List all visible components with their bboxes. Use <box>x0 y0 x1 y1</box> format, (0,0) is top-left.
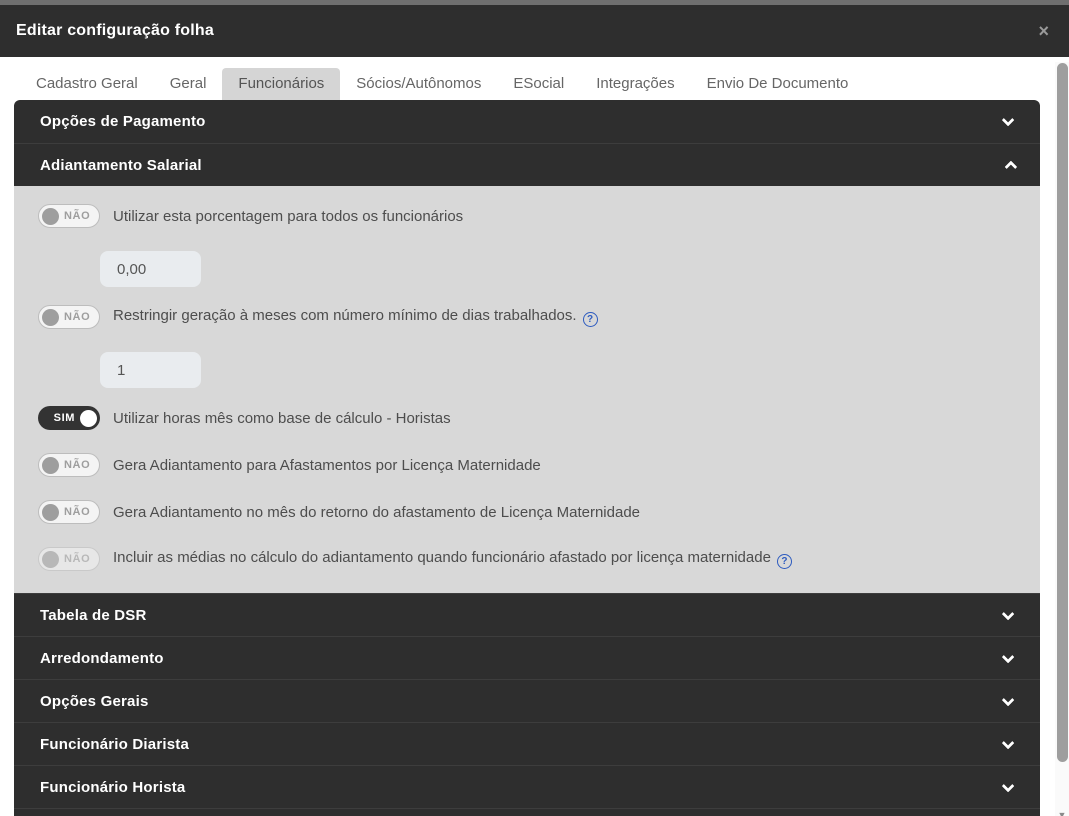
section-title: Tabela de DSR <box>40 606 147 624</box>
section-arredondamento[interactable]: Arredondamento <box>14 636 1040 679</box>
toggle-knob <box>42 503 59 521</box>
tab-socios-autonomos[interactable]: Sócios/Autônomos <box>340 68 497 100</box>
chevron-up-icon <box>1004 160 1018 173</box>
setting-label: Restringir geração à meses com número mí… <box>113 307 598 327</box>
setting-label-text: Restringir geração à meses com número mí… <box>113 307 577 324</box>
toggle-utilizar-porcentagem[interactable]: NÃO <box>38 204 100 228</box>
section-title: Arredondamento <box>40 649 164 667</box>
setting-row-afastamentos-maternidade: NÃO Gera Adiantamento para Afastamentos … <box>38 453 1020 477</box>
toggle-knob <box>42 550 59 568</box>
toggle-state-label: NÃO <box>64 210 91 222</box>
percentage-input[interactable] <box>100 251 201 287</box>
setting-label: Gera Adiantamento no mês do retorno do a… <box>113 503 640 521</box>
toggle-incluir-medias: NÃO <box>38 547 100 571</box>
toggle-gera-adiantamento-retorno[interactable]: NÃO <box>38 500 100 524</box>
setting-row-min-days: NÃO Restringir geração à meses com númer… <box>38 305 1020 329</box>
section-opcoes-de-pagamento[interactable]: Opções de Pagamento <box>14 100 1040 143</box>
setting-row-incluir-medias: NÃO Incluir as médias no cálculo do adia… <box>38 547 1020 571</box>
setting-row-horas-mes: SIM Utilizar horas mês como base de cálc… <box>38 406 1020 430</box>
close-icon[interactable]: × <box>1034 20 1053 42</box>
section-title: Funcionário Horista <box>40 778 186 796</box>
tab-funcionarios[interactable]: Funcionários <box>222 68 341 100</box>
vertical-scrollbar[interactable]: ▼ <box>1055 62 1069 816</box>
settings-accordion: Opções de Pagamento Adiantamento Salaria… <box>14 100 1040 816</box>
toggle-state-label: SIM <box>53 412 75 424</box>
chevron-down-icon <box>1001 113 1015 127</box>
min-days-input[interactable] <box>100 352 201 388</box>
tab-geral[interactable]: Geral <box>154 68 223 100</box>
tab-integracoes[interactable]: Integrações <box>580 68 690 100</box>
toggle-state-label: NÃO <box>64 459 91 471</box>
scrollbar-thumb[interactable] <box>1056 63 1068 762</box>
toggle-knob <box>42 207 59 225</box>
tab-esocial[interactable]: ESocial <box>497 68 580 100</box>
tab-cadastro-geral[interactable]: Cadastro Geral <box>20 68 154 100</box>
toggle-state-label: NÃO <box>64 506 91 518</box>
setting-label: Incluir as médias no cálculo do adiantam… <box>113 549 792 569</box>
help-icon[interactable]: ? <box>582 312 598 327</box>
edit-payroll-config-modal: Editar configuração folha × Cadastro Ger… <box>0 5 1069 816</box>
modal-header: Editar configuração folha × <box>0 5 1069 57</box>
setting-label-text: Incluir as médias no cálculo do adiantam… <box>113 549 771 566</box>
modal-title: Editar configuração folha <box>16 22 214 39</box>
toggle-gera-adiantamento-afastamentos[interactable]: NÃO <box>38 453 100 477</box>
percentage-field-wrap <box>100 251 1020 287</box>
scrollbar-down-arrow-icon[interactable]: ▼ <box>1055 810 1069 816</box>
help-icon[interactable]: ? <box>776 554 792 569</box>
setting-label: Utilizar esta porcentagem para todos os … <box>113 207 464 225</box>
chevron-down-icon <box>1001 779 1015 792</box>
setting-row-retorno-maternidade: NÃO Gera Adiantamento no mês do retorno … <box>38 500 1020 524</box>
section-title: Adiantamento Salarial <box>40 156 202 174</box>
section-tabela-de-dsr[interactable]: Tabela de DSR <box>14 593 1040 636</box>
section-title: Opções de Pagamento <box>40 113 206 130</box>
adiantamento-salarial-panel: NÃO Utilizar esta porcentagem para todos… <box>14 186 1040 593</box>
section-title: Opções Gerais <box>40 692 149 710</box>
section-funcionario-horista[interactable]: Funcionário Horista <box>14 765 1040 808</box>
toggle-knob <box>42 308 59 326</box>
tab-bar: Cadastro Geral Geral Funcionários Sócios… <box>0 57 1055 100</box>
section-adiantamento-salarial[interactable]: Adiantamento Salarial <box>14 143 1040 186</box>
toggle-restringir-geracao[interactable]: NÃO <box>38 305 100 329</box>
chevron-down-icon <box>1001 650 1015 663</box>
modal-body: Cadastro Geral Geral Funcionários Sócios… <box>0 57 1055 816</box>
tab-envio-de-documento[interactable]: Envio De Documento <box>691 68 865 100</box>
section-title: Funcionário Diarista <box>40 735 190 753</box>
toggle-knob <box>42 456 59 474</box>
toggle-state-label: NÃO <box>64 553 91 565</box>
toggle-horas-mes[interactable]: SIM <box>38 406 100 430</box>
setting-label: Gera Adiantamento para Afastamentos por … <box>113 456 541 474</box>
min-days-field-wrap <box>100 352 1020 388</box>
setting-label: Utilizar horas mês como base de cálculo … <box>113 409 451 427</box>
section-opcoes-gerais[interactable]: Opções Gerais <box>14 679 1040 722</box>
section-funcionario-mensalista[interactable]: Funcionário Mensalista <box>14 808 1040 816</box>
toggle-knob <box>80 409 97 427</box>
toggle-state-label: NÃO <box>64 311 91 323</box>
chevron-down-icon <box>1001 607 1015 620</box>
setting-row-percentage: NÃO Utilizar esta porcentagem para todos… <box>38 204 1020 228</box>
section-funcionario-diarista[interactable]: Funcionário Diarista <box>14 722 1040 765</box>
chevron-down-icon <box>1001 693 1015 706</box>
chevron-down-icon <box>1001 736 1015 749</box>
